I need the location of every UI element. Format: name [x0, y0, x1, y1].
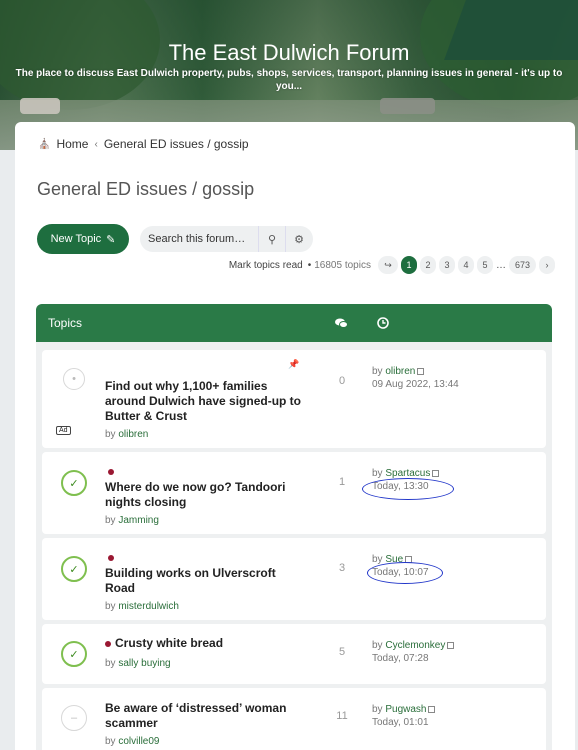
topic-row[interactable]: ✓ Where do we now go? Tandoori nights cl… — [42, 452, 546, 534]
topic-author[interactable]: Jamming — [118, 515, 159, 526]
read-check-icon: ✓ — [61, 641, 87, 667]
separator: • — [307, 259, 312, 271]
breadcrumb: ⛪ Home ‹ General ED issues / gossip — [38, 137, 249, 151]
unread-dot-icon — [105, 640, 111, 647]
page-2[interactable]: 2 — [419, 256, 436, 274]
ad-badge: Ad — [56, 426, 71, 435]
clock-icon — [376, 316, 390, 330]
topic-row[interactable]: • 📌 Find out why 1,100+ families around … — [42, 350, 546, 448]
topic-title[interactable]: Building works on Ulverscroft Road — [105, 566, 305, 596]
last-post-time: Today, 07:28 — [372, 653, 429, 664]
topic-author-line: by Jamming — [105, 515, 159, 526]
new-topic-button[interactable]: New Topic ✎ — [37, 224, 129, 254]
topic-count: 16805 topics — [314, 259, 371, 271]
topic-title[interactable]: Find out why 1,100+ families around Dulw… — [105, 379, 305, 424]
pagination-bar: Mark topics read • 16805 topics ↪ 1 2 3 … — [229, 256, 555, 274]
by-label: by — [105, 429, 116, 440]
topic-author-line: by olibren — [105, 429, 148, 440]
last-post: by Cyclemonkey Today, 07:28 — [372, 639, 455, 665]
chevron-right-icon[interactable]: › — [539, 256, 555, 274]
last-post: by olibren 09 Aug 2022, 13:44 — [372, 365, 459, 391]
reply-count: 1 — [338, 476, 346, 488]
replies-icon — [334, 316, 348, 330]
topic-author-line: by colville09 — [105, 736, 159, 747]
main-card: ⛪ Home ‹ General ED issues / gossip Gene… — [15, 122, 575, 750]
site-title[interactable]: The East Dulwich Forum — [0, 40, 578, 66]
topic-author-line: by sally buying — [105, 658, 171, 669]
view-last-post-icon[interactable] — [417, 367, 425, 375]
breadcrumb-home[interactable]: Home — [56, 137, 88, 151]
topic-title[interactable]: Be aware of ‘distressed’ woman scammer — [105, 701, 320, 731]
topics-panel: Topics • 📌 Find out why 1,100+ families … — [36, 304, 552, 750]
topic-title-text: Crusty white bread — [115, 636, 224, 650]
topic-author-line: by misterdulwich — [105, 601, 179, 612]
reply-count: 3 — [338, 562, 346, 574]
topics-header: Topics — [36, 304, 552, 342]
annotation-circle — [362, 478, 454, 500]
last-post-time: 09 Aug 2022, 13:44 — [372, 379, 459, 390]
home-icon: ⛪ — [38, 138, 51, 150]
breadcrumb-current[interactable]: General ED issues / gossip — [104, 137, 249, 151]
page-title[interactable]: General ED issues / gossip — [37, 179, 254, 200]
by-label: by — [105, 515, 116, 526]
by-label: by — [372, 640, 383, 651]
by-label: by — [105, 736, 116, 747]
search-input[interactable] — [140, 233, 258, 245]
view-last-post-icon[interactable] — [447, 641, 455, 649]
by-label: by — [372, 704, 383, 715]
by-label: by — [372, 366, 383, 377]
search-icon[interactable]: ⚲ — [258, 226, 285, 252]
page-4[interactable]: 4 — [457, 256, 474, 274]
pushpin-icon: 📌 — [288, 359, 300, 369]
reply-count: 0 — [338, 375, 346, 387]
topic-author[interactable]: colville09 — [118, 736, 159, 747]
reply-count: 11 — [336, 710, 348, 722]
mark-topics-read-link[interactable]: Mark topics read — [229, 260, 303, 271]
forum-search: ⚲ ⚙ — [140, 226, 313, 252]
view-last-post-icon[interactable] — [428, 705, 436, 713]
chevron-left-icon: ‹ — [94, 138, 98, 150]
topic-author[interactable]: olibren — [118, 429, 148, 440]
by-label: by — [372, 468, 383, 479]
by-label: by — [105, 658, 116, 669]
topic-row[interactable]: ✓ Crusty white bread by sally buying 5 b… — [42, 624, 546, 684]
unread-dot-icon — [108, 555, 114, 561]
read-check-icon: ✓ — [61, 470, 87, 496]
gear-icon[interactable]: ⚙ — [285, 226, 312, 252]
pin-status-icon: • — [63, 368, 85, 390]
last-post-author[interactable]: Pugwash — [385, 704, 426, 715]
new-topic-label: New Topic — [50, 233, 102, 245]
read-check-icon: ✓ — [61, 556, 87, 582]
page-5[interactable]: 5 — [476, 256, 493, 274]
last-post-author[interactable]: Cyclemonkey — [385, 640, 445, 651]
topics-heading: Topics — [48, 316, 83, 330]
topic-author[interactable]: misterdulwich — [118, 601, 179, 612]
last-post: by Pugwash Today, 01:01 — [372, 703, 436, 729]
view-last-post-icon[interactable] — [432, 469, 440, 477]
annotation-circle — [367, 562, 443, 584]
site-description: The place to discuss East Dulwich proper… — [15, 68, 563, 92]
last-post-time: Today, 01:01 — [372, 717, 429, 728]
topic-row[interactable]: ✓ Building works on Ulverscroft Road by … — [42, 538, 546, 620]
page-1[interactable]: 1 — [400, 256, 417, 274]
page-ellipsis: … — [495, 259, 506, 271]
topic-row[interactable]: – Be aware of ‘distressed’ woman scammer… — [42, 688, 546, 750]
page-last[interactable]: 673 — [508, 256, 536, 274]
topic-status-icon: – — [61, 705, 87, 731]
by-label: by — [105, 601, 116, 612]
pencil-icon: ✎ — [106, 233, 116, 246]
last-post-author[interactable]: olibren — [385, 366, 415, 377]
topic-title[interactable]: Where do we now go? Tandoori nights clos… — [105, 480, 305, 510]
topic-title[interactable]: Crusty white bread — [105, 636, 325, 651]
jump-to-page-icon[interactable]: ↪ — [377, 256, 398, 274]
unread-dot-icon — [108, 469, 114, 475]
topic-author[interactable]: sally buying — [118, 658, 170, 669]
reply-count: 5 — [338, 646, 346, 658]
page-3[interactable]: 3 — [438, 256, 455, 274]
